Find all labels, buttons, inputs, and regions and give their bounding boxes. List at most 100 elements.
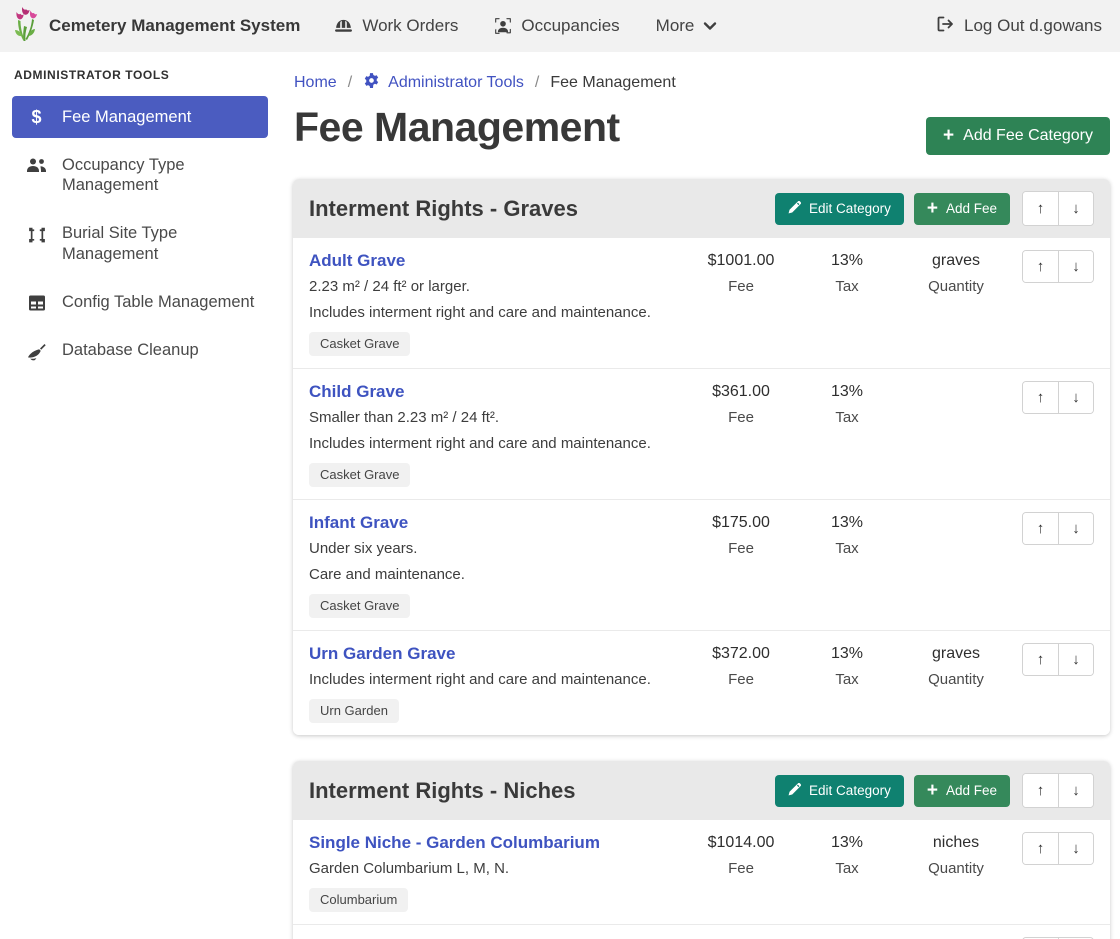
tax-label: Tax [794,278,900,295]
add-fee-button[interactable]: + Add Fee [914,775,1010,807]
move-fee-up-button[interactable]: ↑ [1023,644,1058,675]
fee-amount: $361.00 [688,383,794,401]
fee-name-link[interactable]: Urn Garden Grave [309,644,455,664]
fee-description: Garden Columbarium L, M, N. [309,860,680,877]
top-navbar: Cemetery Management System Work Orders O… [0,0,1120,52]
sidebar-item-label: Config Table Management [62,292,254,312]
pencil-icon [788,201,801,217]
tax-column: 13% Tax [794,831,900,877]
tax-value: 13% [794,383,900,401]
nav-more[interactable]: More [656,16,718,36]
move-fee-up-button[interactable]: ↑ [1023,251,1058,282]
tax-value: 13% [794,252,900,270]
quantity-column: graves Quantity [900,249,1012,295]
quantity-value: graves [900,252,1012,270]
category-reorder-group: ↑ ↓ [1022,191,1094,226]
plus-icon: + [927,201,938,217]
category-reorder-group: ↑ ↓ [1022,773,1094,808]
person-bounding-box-icon [494,17,512,35]
breadcrumb-separator: / [348,74,352,92]
move-category-down-button[interactable]: ↓ [1058,774,1093,807]
quantity-column: graves Quantity [900,642,1012,688]
breadcrumb-admin-tools-link[interactable]: Administrator Tools [363,72,524,94]
fee-description: Under six years. [309,540,680,557]
move-category-down-button[interactable]: ↓ [1058,192,1093,225]
fee-amount-column: $1014.00 Fee [688,831,794,877]
edit-category-label: Edit Category [809,783,891,798]
add-fee-category-button[interactable]: + Add Fee Category [926,117,1110,155]
category-header: Interment Rights - Niches Edit Category … [293,761,1110,820]
tax-column: 13% Tax [794,380,900,426]
sidebar-item-occupancy-type[interactable]: Occupancy Type Management [12,144,268,206]
move-fee-down-button[interactable]: ↓ [1058,644,1093,675]
nav-work-orders[interactable]: Work Orders [334,16,458,36]
bounding-box-icon [26,224,47,244]
main-content: Home / Administrator Tools / Fee Managem… [280,52,1120,939]
fee-reorder-group: ↑ ↓ [1012,831,1094,865]
fee-reorder-group: ↑ ↓ [1012,249,1094,283]
move-fee-up-button[interactable]: ↑ [1023,513,1058,544]
fee-name-link[interactable]: Single Niche - Garden Columbarium [309,833,600,853]
fee-row: Companion Niche - Garden Columbarium Gar… [293,925,1110,939]
add-fee-button[interactable]: + Add Fee [914,193,1010,225]
move-fee-up-button[interactable]: ↑ [1023,382,1058,413]
brand[interactable]: Cemetery Management System [10,6,300,47]
category-header: Interment Rights - Graves Edit Category … [293,179,1110,238]
fee-amount-column: $372.00 Fee [688,642,794,688]
add-fee-label: Add Fee [946,783,997,798]
sidebar: ADMINISTRATOR TOOLS $ Fee Management Occ… [0,52,280,378]
sidebar-item-database-cleanup[interactable]: Database Cleanup [12,329,268,372]
broom-icon [26,341,47,361]
fee-reorder-group: ↑ ↓ [1012,380,1094,414]
fee-name-link[interactable]: Adult Grave [309,251,405,271]
tax-label: Tax [794,860,900,877]
fee-name-link[interactable]: Infant Grave [309,513,408,533]
breadcrumb-home-link[interactable]: Home [294,74,337,92]
fee-amount-label: Fee [688,671,794,688]
hard-hat-icon [334,18,353,35]
tax-value: 13% [794,514,900,532]
fee-row: Urn Garden Grave Includes interment righ… [293,631,1110,735]
tax-label: Tax [794,671,900,688]
fee-amount-label: Fee [688,409,794,426]
edit-category-button[interactable]: Edit Category [775,193,904,225]
quantity-label: Quantity [900,671,1012,688]
breadcrumb: Home / Administrator Tools / Fee Managem… [294,72,1110,94]
edit-category-label: Edit Category [809,201,891,216]
log-out-icon [936,15,955,38]
fee-reorder-group: ↑ ↓ [1012,642,1094,676]
tax-column: 13% Tax [794,511,900,557]
fee-name-link[interactable]: Child Grave [309,382,404,402]
nav-work-orders-label: Work Orders [362,16,458,36]
sidebar-heading: ADMINISTRATOR TOOLS [14,68,268,82]
move-fee-down-button[interactable]: ↓ [1058,513,1093,544]
tax-value: 13% [794,834,900,852]
sidebar-item-config-table[interactable]: Config Table Management [12,281,268,323]
sidebar-item-fee-management[interactable]: $ Fee Management [12,96,268,138]
move-fee-up-button[interactable]: ↑ [1023,833,1058,864]
chevron-down-icon [703,21,717,31]
fee-amount-label: Fee [688,278,794,295]
sidebar-item-burial-site-type[interactable]: Burial Site Type Management [12,212,268,274]
breadcrumb-current: Fee Management [550,74,675,92]
move-fee-down-button[interactable]: ↓ [1058,251,1093,282]
fee-type-badge: Casket Grave [309,594,410,618]
fee-type-badge: Urn Garden [309,699,399,723]
move-fee-down-button[interactable]: ↓ [1058,833,1093,864]
fee-description: Includes interment right and care and ma… [309,435,680,452]
plus-icon: + [943,128,954,144]
fee-reorder-group: ↑ ↓ [1012,511,1094,545]
move-category-up-button[interactable]: ↑ [1023,192,1058,225]
logout-button[interactable]: Log Out d.gowans [936,15,1102,38]
page-title: Fee Management [294,104,620,151]
move-fee-down-button[interactable]: ↓ [1058,382,1093,413]
fee-amount-column: $1001.00 Fee [688,249,794,295]
fee-amount-label: Fee [688,540,794,557]
move-category-up-button[interactable]: ↑ [1023,774,1058,807]
fee-category-card: Interment Rights - Niches Edit Category … [293,761,1110,939]
fee-amount: $175.00 [688,514,794,532]
edit-category-button[interactable]: Edit Category [775,775,904,807]
nav-occupancies[interactable]: Occupancies [494,16,619,36]
tax-value: 13% [794,645,900,663]
plus-icon: + [927,783,938,799]
